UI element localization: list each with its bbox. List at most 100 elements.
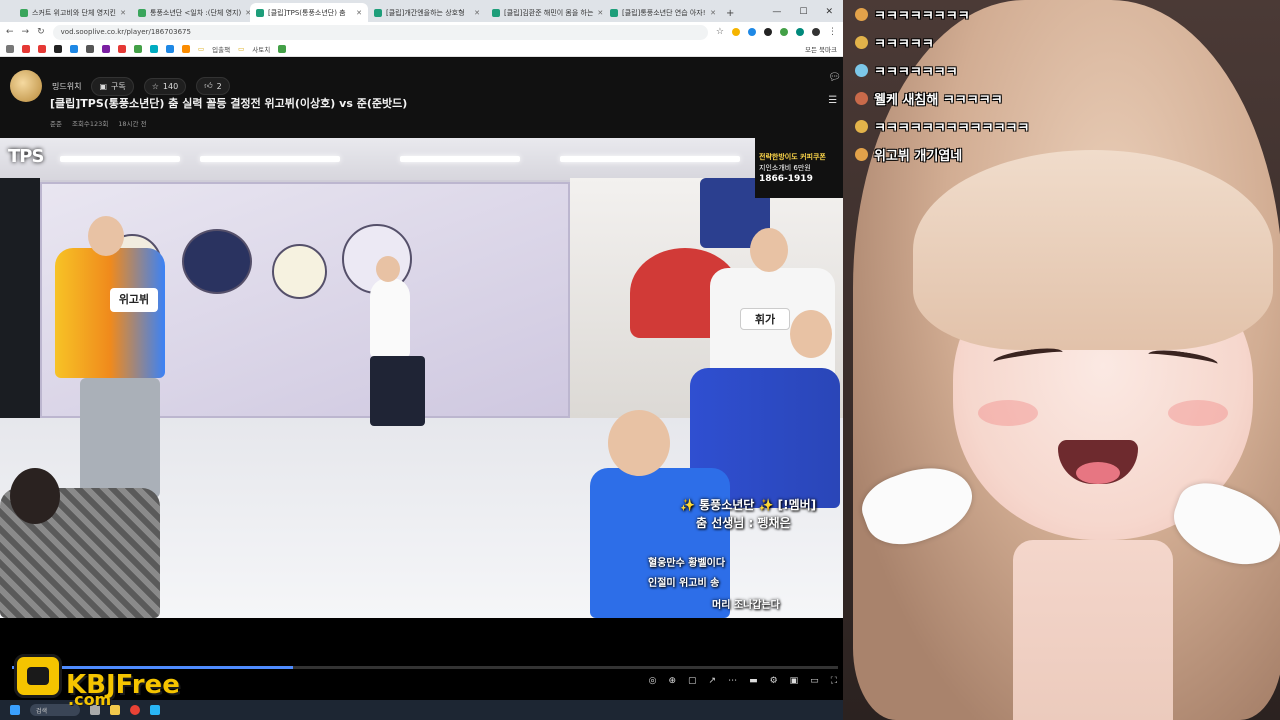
bookmarks-bar: ▭ 입출책 ▭ 사토치 모든 북마크	[0, 42, 843, 57]
up-count: 2	[216, 81, 222, 91]
bookmark-folder[interactable]: 사토치	[252, 44, 270, 54]
person-head	[790, 310, 832, 358]
target-icon[interactable]: ◎	[649, 676, 657, 686]
chat-text: ㅋㅋㅋㅋㅋㅋㅋ	[874, 64, 958, 80]
bookmark-icon[interactable]	[70, 45, 78, 53]
tab-0[interactable]: 스커트 위고비와 단체 영지킨 ✕	[14, 3, 132, 22]
list-icon[interactable]: ☰	[828, 95, 841, 106]
bookmark-icon[interactable]	[118, 45, 126, 53]
bookmark-icon[interactable]	[102, 45, 110, 53]
bookmark-icon[interactable]	[38, 45, 46, 53]
close-icon[interactable]: ✕	[356, 9, 362, 17]
chat-text: 위고뷔 개기엽네	[874, 148, 963, 164]
extension-icon[interactable]	[796, 28, 804, 36]
person-head	[750, 228, 788, 272]
window-controls: — ☐ ✕	[772, 7, 843, 22]
back-icon[interactable]: ←	[6, 27, 14, 37]
name-tag: 위고뷔	[110, 288, 158, 312]
tab-2[interactable]: [클립]TPS(통풍소년단) 춤 ✕	[250, 3, 368, 22]
chat-text: 웰케 새침해 ㅋㅋㅋㅋㅋ	[874, 92, 1003, 108]
ceiling-light	[200, 156, 340, 162]
maximize-button[interactable]: ☐	[799, 7, 807, 17]
video-meta: 준준 조회수123회 18시간 전	[50, 118, 147, 128]
tab-3[interactable]: [클립]개간엔을하는 상호형 ✕	[368, 3, 486, 22]
settings-icon[interactable]: ⚙	[770, 676, 778, 686]
tv-logo-icon	[14, 654, 62, 698]
extension-icon[interactable]	[732, 28, 740, 36]
subtitle-teacher: 춤 선생님 : 펭채은	[696, 516, 791, 530]
address-bar: ← → ↻ vod.sooplive.co.kr/player/18670367…	[0, 22, 843, 42]
channel-name[interactable]: 밍드위치	[52, 81, 81, 92]
bookmark-icon[interactable]	[54, 45, 62, 53]
bookmark-icon[interactable]	[22, 45, 30, 53]
tab-label: 스커트 위고비와 단체 영지킨	[32, 8, 116, 17]
close-icon[interactable]: ✕	[597, 9, 603, 17]
chat-message: ㅋㅋㅋㅋㅋㅋㅋ	[855, 56, 1155, 84]
menu-icon[interactable]: ⋮	[828, 27, 837, 37]
chat-badge-icon	[855, 35, 868, 49]
windows-icon[interactable]	[10, 705, 20, 715]
bookmark-icon[interactable]	[86, 45, 94, 53]
apps-icon[interactable]	[6, 45, 14, 53]
bookmark-star-icon[interactable]: ☆	[716, 27, 724, 37]
player-controls: ◎ ⊕ ▢ ↗ ⋯ ▬ ⚙ ▣ ▭ ⛶	[649, 676, 837, 686]
share-icon[interactable]: ↗	[709, 676, 717, 686]
bookmark-icon[interactable]	[150, 45, 158, 53]
bookmark-folder[interactable]: 입출책	[212, 44, 230, 54]
bookmark-icon[interactable]	[278, 45, 287, 53]
close-window-button[interactable]: ✕	[825, 7, 833, 17]
avatar[interactable]	[10, 70, 42, 102]
clip-icon[interactable]: ⊕	[668, 676, 676, 686]
close-icon[interactable]: ✕	[120, 9, 126, 17]
close-icon[interactable]: ✕	[710, 9, 716, 17]
theater-icon[interactable]: ▭	[810, 676, 819, 686]
subscribe-button[interactable]: ▣ 구독	[91, 76, 134, 96]
tab-4[interactable]: [클립]김환준 해민이 몸을 하는 ✕	[486, 3, 604, 22]
avatar-bangs	[913, 150, 1273, 350]
app-icon[interactable]	[150, 705, 160, 715]
chat-badge-icon	[855, 7, 868, 21]
pip-icon[interactable]: ▣	[790, 676, 799, 686]
close-icon[interactable]: ✕	[474, 9, 480, 17]
volume-icon[interactable]: ▬	[749, 676, 758, 686]
folder-icon: ▭	[238, 45, 245, 53]
chrome-icon[interactable]	[130, 705, 140, 715]
avatar-blush	[978, 400, 1038, 426]
chat-message: ㅋㅋㅋㅋㅋ	[855, 28, 1155, 56]
more-icon[interactable]: ⋯	[728, 676, 737, 686]
forward-icon[interactable]: →	[22, 27, 30, 37]
minimize-button[interactable]: —	[772, 7, 781, 17]
new-tab-button[interactable]: +	[722, 8, 740, 22]
person-laughing	[590, 468, 730, 618]
video-page: 밍드위치 ▣ 구독 ☆ 140 👍︎ 2 [클립]TPS(통풍소년단) 춤 실력 꼴등…	[0, 58, 843, 700]
like-button[interactable]: ☆ 140	[143, 77, 187, 95]
extension-icon[interactable]	[812, 28, 820, 36]
tab-1[interactable]: 통풍소년단 <일차 :(단체 영지) ✕	[132, 3, 250, 22]
video-player[interactable]: 위고뷔 휘가 TPS 전략한방이도 커피쿠폰 지인소개비 6만원 1866-19…	[0, 138, 843, 618]
fullscreen-icon[interactable]: ⛶	[831, 676, 837, 686]
bookmark-icon[interactable]	[166, 45, 174, 53]
extension-icon[interactable]	[764, 28, 772, 36]
person-dancer	[55, 248, 165, 378]
folder-icon[interactable]	[110, 705, 120, 715]
screenshot-icon[interactable]: ▢	[688, 676, 697, 686]
chat-icon[interactable]: 💬︎	[828, 72, 841, 83]
uploader-name[interactable]: 준준	[50, 118, 62, 128]
url-field[interactable]: vod.sooplive.co.kr/player/186703675	[52, 24, 708, 40]
tab-5[interactable]: [클립]통풍소년단 연습 아자! ✕	[604, 3, 722, 22]
extension-icon[interactable]	[780, 28, 788, 36]
thumbs-up-icon: 👍︎	[204, 81, 213, 90]
bookmark-icon[interactable]	[182, 45, 190, 53]
other-bookmarks[interactable]: 모든 북마크	[805, 44, 837, 54]
tps-logo: TPS	[8, 146, 44, 167]
chat-text: ㅋㅋㅋㅋㅋ	[874, 36, 934, 52]
subscribe-label: 구독	[111, 81, 126, 91]
video-title: [클립]TPS(통풍소년단) 춤 실력 꼴등 결정전 위고뷔(이상호) vs 준…	[50, 97, 408, 110]
up-button[interactable]: 👍︎ 2	[196, 77, 230, 95]
bookmark-icon[interactable]	[134, 45, 142, 53]
extension-icon[interactable]	[748, 28, 756, 36]
reload-icon[interactable]: ↻	[37, 27, 45, 37]
tab-favicon	[20, 8, 28, 17]
chat-overlay: ㅋㅋㅋㅋㅋㅋㅋㅋ ㅋㅋㅋㅋㅋ ㅋㅋㅋㅋㅋㅋㅋ 웰케 새침해 ㅋㅋㅋㅋㅋ ㅋㅋㅋㅋ…	[855, 0, 1155, 168]
person-head	[10, 468, 60, 524]
